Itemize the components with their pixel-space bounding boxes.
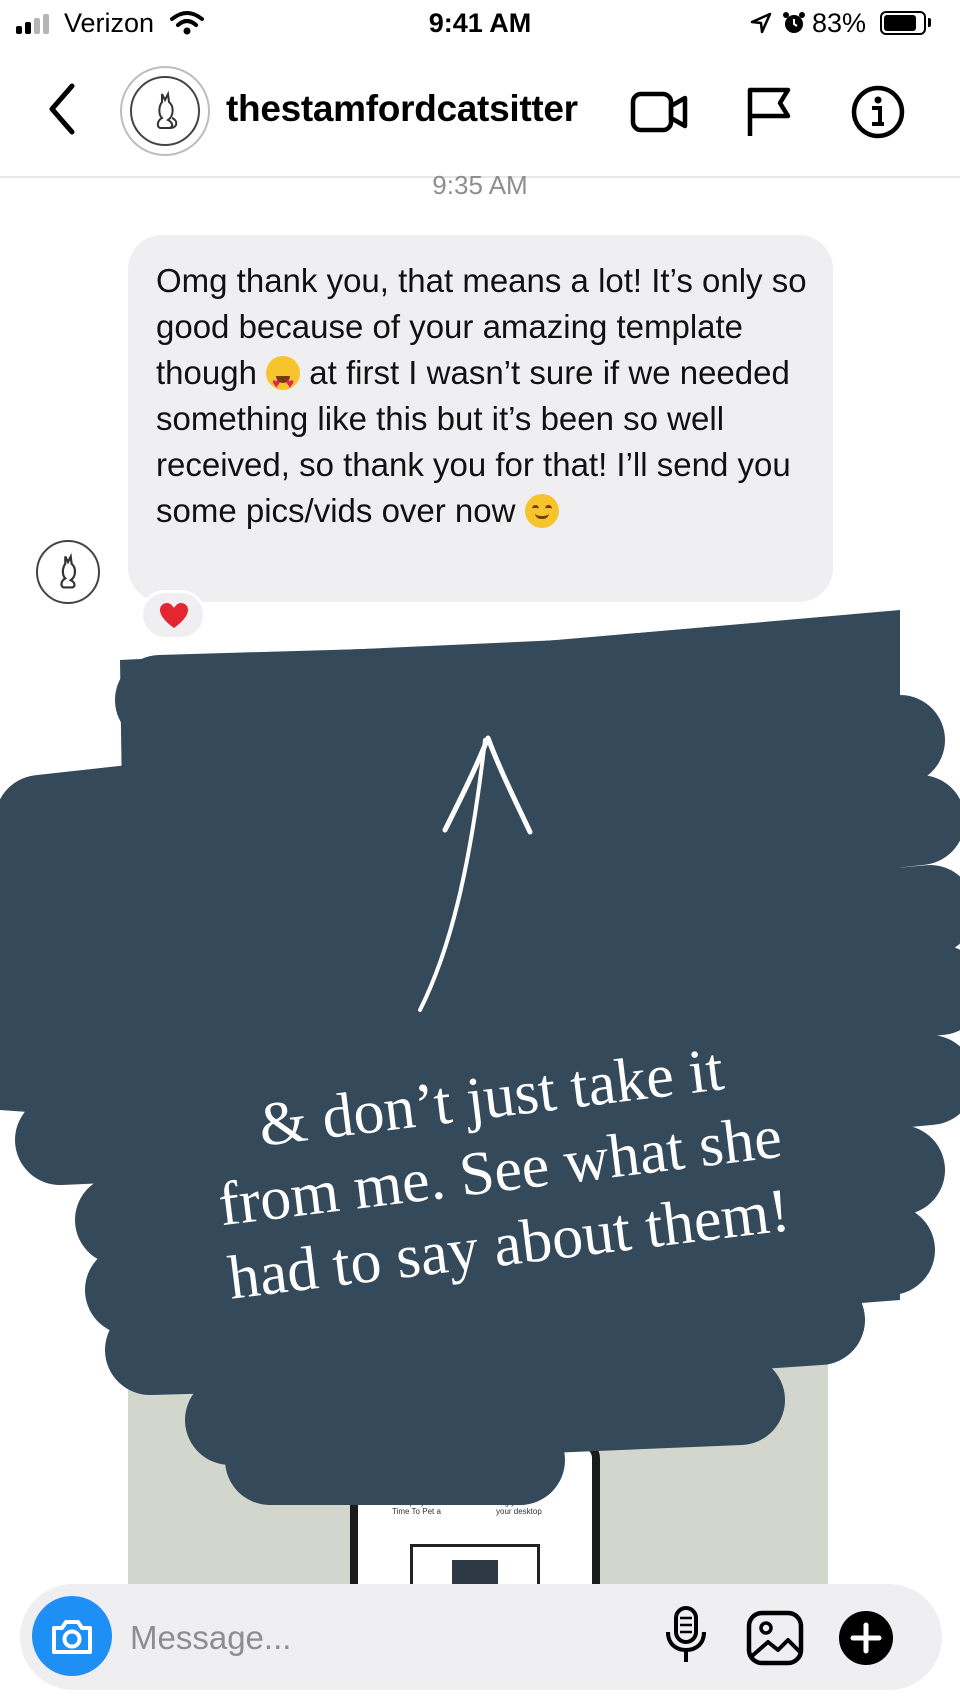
- microphone-icon[interactable]: [664, 1604, 708, 1668]
- plus-icon[interactable]: [838, 1610, 894, 1666]
- camera-button[interactable]: [32, 1596, 112, 1676]
- gallery-icon[interactable]: [746, 1610, 804, 1666]
- message-input[interactable]: [130, 1618, 630, 1658]
- camera-icon: [52, 1620, 92, 1654]
- arrow-up-icon: [418, 735, 533, 1012]
